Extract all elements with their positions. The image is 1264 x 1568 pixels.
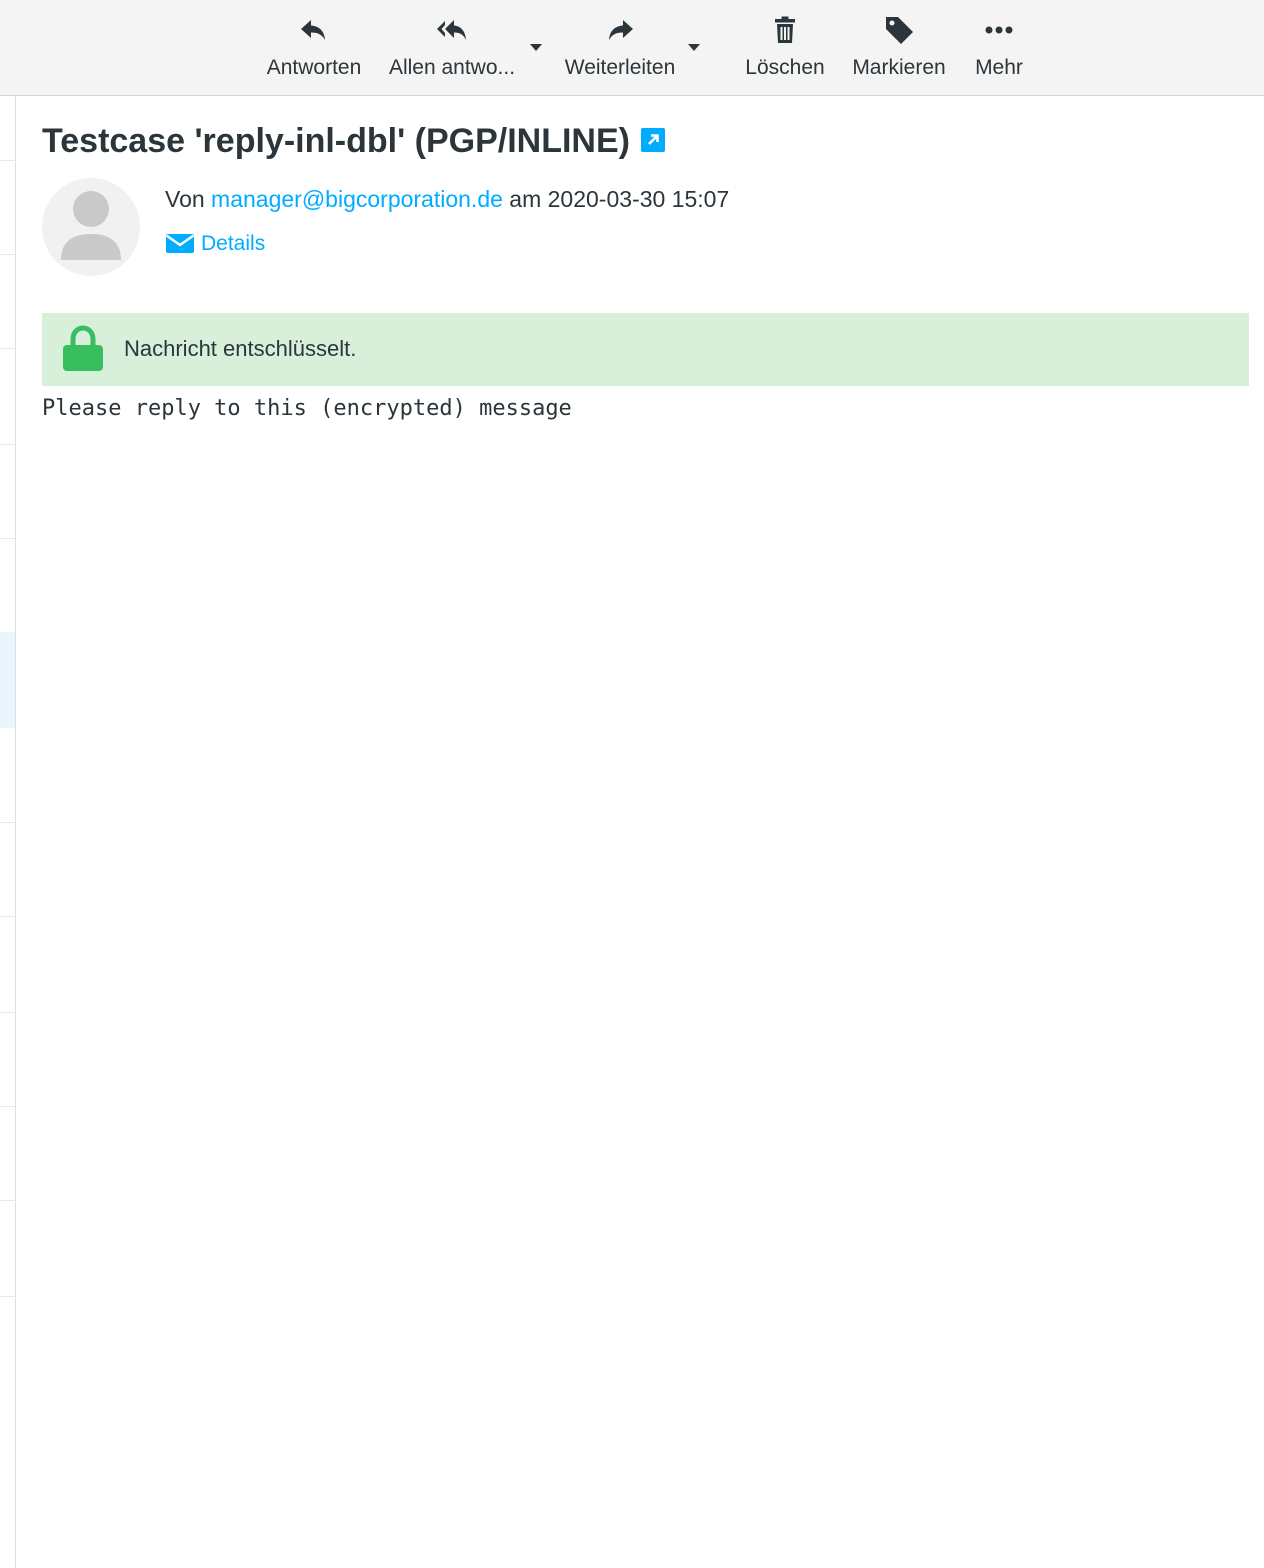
trash-icon: [775, 16, 795, 43]
from-line: Von manager@bigcorporation.de am 2020-03…: [165, 186, 729, 213]
reply-button[interactable]: Antworten: [258, 0, 370, 96]
mark-label: Markieren: [852, 56, 946, 79]
list-row-divider: [0, 444, 16, 445]
subject-text: Testcase 'reply-inl-dbl' (PGP/INLINE): [42, 122, 630, 160]
lock-icon: [63, 325, 103, 371]
details-label: Details: [201, 232, 266, 255]
forward-icon: [609, 20, 633, 40]
list-row-divider: [0, 916, 16, 917]
list-row-divider: [0, 254, 16, 255]
details-toggle[interactable]: Details: [165, 232, 265, 256]
list-row-selected[interactable]: [0, 632, 15, 728]
list-row-divider: [0, 538, 16, 539]
sender-address-link[interactable]: manager@bigcorporation.de: [211, 186, 503, 212]
message-date: 2020-03-30 15:07: [547, 186, 730, 212]
user-silhouette-icon: [61, 191, 121, 260]
list-row-divider: [0, 1200, 16, 1201]
list-row-divider: [0, 1296, 16, 1297]
notice-text: Nachricht entschlüsselt.: [124, 336, 357, 361]
reply-all-button[interactable]: Allen antwo...: [380, 0, 524, 96]
list-row-divider: [0, 822, 16, 823]
from-prefix: Von: [165, 186, 205, 212]
forward-label: Weiterleiten: [564, 56, 676, 79]
more-button[interactable]: Mehr: [964, 0, 1034, 96]
forward-button[interactable]: Weiterleiten: [556, 0, 684, 96]
message-toolbar: Antworten Allen antwo... Weiterleiten Lö…: [0, 0, 1264, 96]
delete-label: Löschen: [745, 56, 825, 79]
mail-viewer: Antworten Allen antwo... Weiterleiten Lö…: [0, 0, 1264, 1568]
decryption-notice: Nachricht entschlüsselt.: [42, 313, 1249, 386]
reply-all-dropdown-caret-icon[interactable]: [527, 38, 545, 56]
mark-button[interactable]: Markieren: [844, 0, 954, 96]
forward-dropdown-caret-icon[interactable]: [685, 38, 703, 56]
message-body: Please reply to this (encrypted) message: [42, 396, 572, 421]
reply-all-icon: [437, 20, 466, 40]
date-prefix: am: [509, 186, 542, 212]
more-icon: [985, 26, 1013, 34]
more-label: Mehr: [975, 56, 1023, 79]
list-row-divider: [0, 1012, 16, 1013]
external-link-icon[interactable]: [640, 127, 666, 153]
reply-label: Antworten: [266, 56, 362, 79]
list-row-divider: [0, 348, 16, 349]
message-subject: Testcase 'reply-inl-dbl' (PGP/INLINE): [42, 122, 666, 161]
sender-avatar: [42, 178, 140, 276]
delete-button[interactable]: Löschen: [736, 0, 834, 96]
message-list-edge[interactable]: [0, 0, 16, 1568]
reply-all-label: Allen antwo...: [388, 56, 516, 79]
list-row-divider: [0, 160, 16, 161]
reply-icon: [301, 20, 325, 40]
tag-icon: [886, 17, 913, 44]
list-row-divider: [0, 1106, 16, 1107]
envelope-icon: [165, 234, 195, 254]
